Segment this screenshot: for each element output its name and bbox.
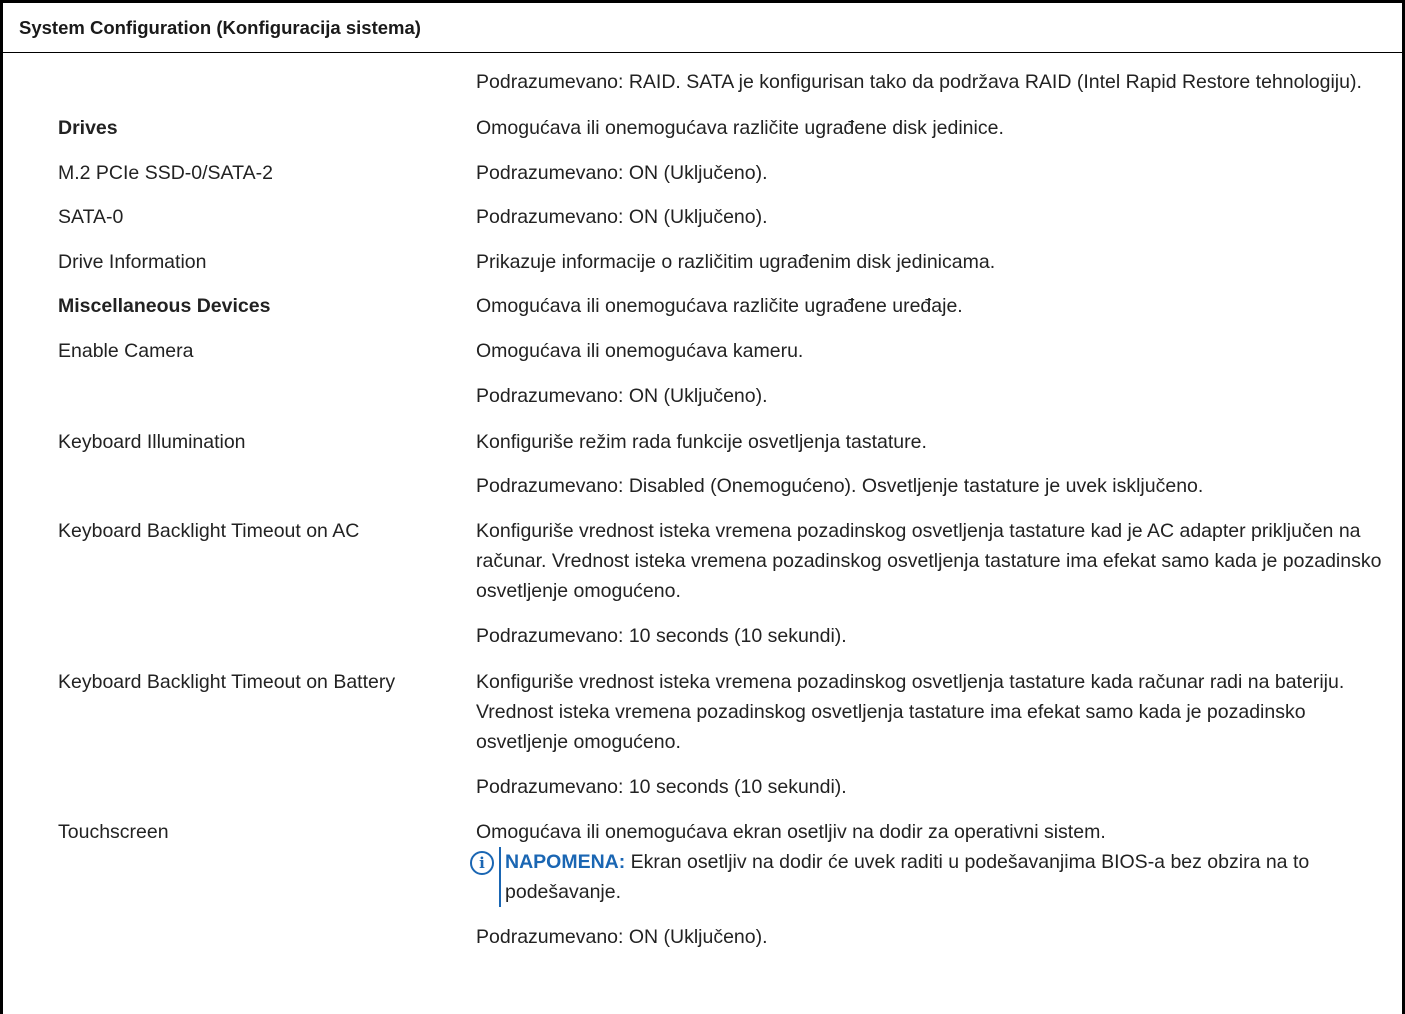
row-label — [3, 772, 476, 802]
table-row: Podrazumevano: RAID. SATA je konfigurisa… — [3, 53, 1402, 97]
table-row: Keyboard Backlight Timeout on AC Konfigu… — [3, 516, 1402, 606]
row-label — [3, 67, 476, 97]
row-label — [3, 621, 476, 651]
row-label: M.2 PCIe SSD-0/SATA-2 — [58, 162, 273, 184]
table-row: Enable Camera Omogućava ili onemogućava … — [3, 336, 1402, 366]
table-row: Drive Information Prikazuje informacije … — [3, 247, 1402, 277]
table-title: System Configuration (Konfiguracija sist… — [19, 16, 421, 38]
row-description: Podrazumevano: 10 seconds (10 sekundi). — [476, 625, 847, 647]
note-label: NAPOMENA: — [505, 851, 626, 873]
row-label: Enable Camera — [58, 340, 194, 362]
row-label — [3, 922, 476, 952]
row-description: Konfiguriše vrednost isteka vremena poza… — [476, 520, 1382, 602]
table-row: Podrazumevano: ON (Uključeno). — [3, 922, 1402, 952]
row-label: Drives — [58, 117, 118, 139]
row-description: Konfiguriše vrednost isteka vremena poza… — [476, 671, 1345, 753]
row-label: Miscellaneous Devices — [58, 295, 271, 317]
row-label: Keyboard Illumination — [58, 431, 246, 453]
row-label — [3, 471, 476, 501]
row-label: Keyboard Backlight Timeout on Battery — [58, 671, 396, 693]
table-row: Podrazumevano: 10 seconds (10 sekundi). — [3, 621, 1402, 651]
info-icon: i — [470, 851, 494, 875]
row-description: Podrazumevano: Disabled (Onemogućeno). O… — [476, 475, 1204, 497]
row-description: Konfiguriše režim rada funkcije osvetlje… — [476, 431, 927, 453]
table-row: Touchscreen Omogućava ili onemogućava ek… — [3, 817, 1402, 907]
row-description: Podrazumevano: ON (Uključeno). — [476, 926, 768, 948]
row-description: Omogućava ili onemogućava različite ugra… — [476, 117, 1004, 139]
row-description: Podrazumevano: ON (Uključeno). — [476, 206, 768, 228]
table-row: Keyboard Backlight Timeout on Battery Ko… — [3, 667, 1402, 757]
table-row: M.2 PCIe SSD-0/SATA-2 Podrazumevano: ON … — [3, 158, 1402, 188]
table-header: System Configuration (Konfiguracija sist… — [3, 3, 1402, 53]
row-description: Prikazuje informacije o različitim ugrađ… — [476, 251, 996, 273]
table-row: SATA-0 Podrazumevano: ON (Uključeno). — [3, 202, 1402, 232]
row-label: SATA-0 — [58, 206, 124, 228]
row-label: Drive Information — [58, 251, 207, 273]
row-description: Podrazumevano: RAID. SATA je konfigurisa… — [476, 71, 1362, 93]
row-description: Podrazumevano: ON (Uključeno). — [476, 162, 768, 184]
table-body: Podrazumevano: RAID. SATA je konfigurisa… — [3, 53, 1402, 952]
row-description: Omogućava ili onemogućava ekran osetljiv… — [470, 817, 1402, 907]
row-label: Touchscreen — [58, 821, 169, 843]
row-description: Omogućava ili onemogućava kameru. — [476, 340, 804, 362]
table-row: Miscellaneous Devices Omogućava ili onem… — [3, 291, 1402, 321]
table-row: Podrazumevano: ON (Uključeno). — [3, 381, 1402, 411]
row-description: Podrazumevano: ON (Uključeno). — [476, 385, 768, 407]
table-row: Drives Omogućava ili onemogućava različi… — [3, 113, 1402, 143]
row-label — [3, 381, 476, 411]
touchscreen-description: Omogućava ili onemogućava ekran osetljiv… — [476, 821, 1106, 843]
row-description: Podrazumevano: 10 seconds (10 sekundi). — [476, 776, 847, 798]
row-label: Keyboard Backlight Timeout on AC — [58, 520, 360, 542]
table-row: Podrazumevano: 10 seconds (10 sekundi). — [3, 772, 1402, 802]
note-text: Ekran osetljiv na dodir će uvek raditi u… — [505, 851, 1310, 903]
note-body: NAPOMENA: Ekran osetljiv na dodir će uve… — [499, 847, 1388, 907]
configuration-table: System Configuration (Konfiguracija sist… — [0, 0, 1405, 1014]
note-callout: i NAPOMENA: Ekran osetljiv na dodir će u… — [470, 847, 1388, 907]
row-description: Omogućava ili onemogućava različite ugra… — [476, 295, 963, 317]
table-row: Keyboard Illumination Konfiguriše režim … — [3, 427, 1402, 457]
table-row: Podrazumevano: Disabled (Onemogućeno). O… — [3, 471, 1402, 501]
